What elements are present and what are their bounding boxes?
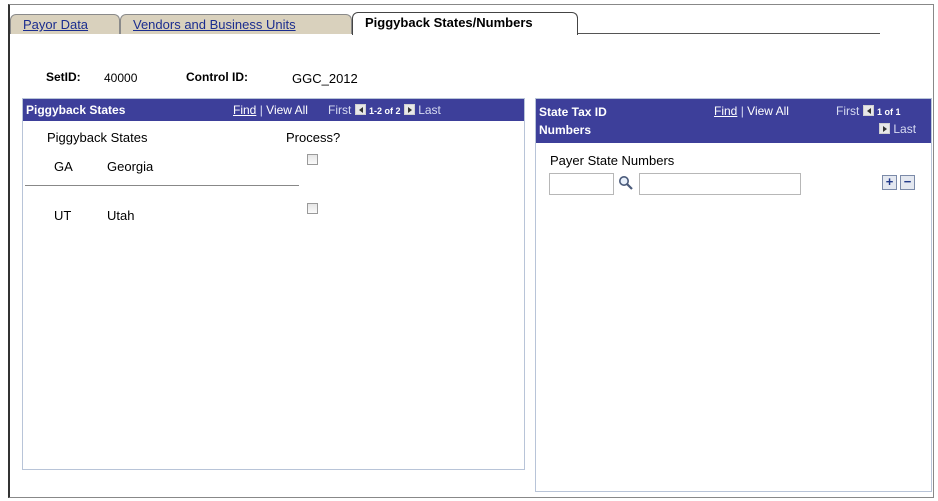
view-all-link[interactable]: View All — [747, 104, 789, 118]
state-code: GA — [54, 159, 73, 174]
minus-icon[interactable]: − — [900, 175, 915, 190]
grid-title-line2: Numbers — [539, 123, 592, 137]
control-id-label: Control ID: — [186, 70, 248, 84]
last-label: Last — [418, 103, 441, 117]
grid-navigation: Find | View All — [714, 103, 789, 119]
tab-vendors-business-units[interactable]: Vendors and Business Units — [120, 14, 352, 34]
row-divider — [25, 185, 299, 186]
grid-title: State Tax ID — [539, 105, 607, 119]
state-tax-id-grid: State Tax ID Numbers Find | View All Fir… — [535, 98, 932, 492]
setid-value: 40000 — [104, 71, 138, 85]
view-all-link[interactable]: View All — [266, 103, 308, 117]
row-count: 1-2 of 2 — [369, 106, 401, 116]
tab-bar: Payor Data Vendors and Business Units Pi… — [10, 10, 880, 35]
state-name: Georgia — [107, 159, 154, 174]
grid-title: Piggyback States — [26, 103, 126, 117]
state-code: UT — [54, 208, 72, 223]
payer-state-number-input[interactable] — [639, 173, 801, 195]
control-id-value: GGC_2012 — [292, 71, 358, 86]
last-label: Last — [893, 122, 917, 136]
process-checkbox[interactable] — [307, 154, 318, 165]
next-row-icon[interactable] — [879, 123, 890, 134]
column-header-payer-state-numbers: Payer State Numbers — [550, 153, 675, 168]
grid-header: State Tax ID Numbers Find | View All Fir… — [536, 99, 931, 143]
grid-header: Piggyback States Find | View All First 1… — [23, 99, 524, 121]
piggyback-states-grid: Piggyback States Find | View All First 1… — [22, 98, 525, 470]
tab-piggyback-states-numbers[interactable]: Piggyback States/Numbers — [352, 12, 578, 35]
state-code-input[interactable] — [549, 173, 614, 195]
row-count: 1 of 1 — [877, 107, 901, 117]
previous-row-icon[interactable] — [862, 105, 874, 116]
tab-payor-data[interactable]: Payor Data — [10, 14, 120, 34]
find-link[interactable]: Find — [714, 104, 737, 118]
first-label: First — [836, 104, 860, 118]
find-link[interactable]: Find — [233, 103, 256, 117]
next-row-icon[interactable] — [403, 104, 415, 115]
nav-separator: | — [259, 103, 263, 117]
grid-paging: First 1 of 1 — [836, 103, 901, 120]
setid-label: SetID: — [46, 70, 81, 84]
grid-paging-last: Last — [879, 121, 916, 137]
plus-icon[interactable]: + — [882, 175, 897, 190]
state-name: Utah — [107, 208, 135, 223]
tab-label: Piggyback States/Numbers — [365, 15, 533, 30]
tab-label: Payor Data — [23, 17, 89, 32]
previous-row-icon[interactable] — [354, 104, 366, 115]
column-header-piggyback-states: Piggyback States — [47, 130, 148, 145]
first-label: First — [327, 103, 352, 117]
tab-label: Vendors and Business Units — [133, 17, 296, 32]
column-header-process: Process? — [286, 130, 341, 145]
magnifier-icon[interactable] — [618, 175, 636, 193]
nav-separator: | — [740, 104, 744, 118]
grid-navigation: Find | View All First 1-2 of 2 Last — [233, 99, 441, 122]
process-checkbox[interactable] — [307, 203, 318, 214]
